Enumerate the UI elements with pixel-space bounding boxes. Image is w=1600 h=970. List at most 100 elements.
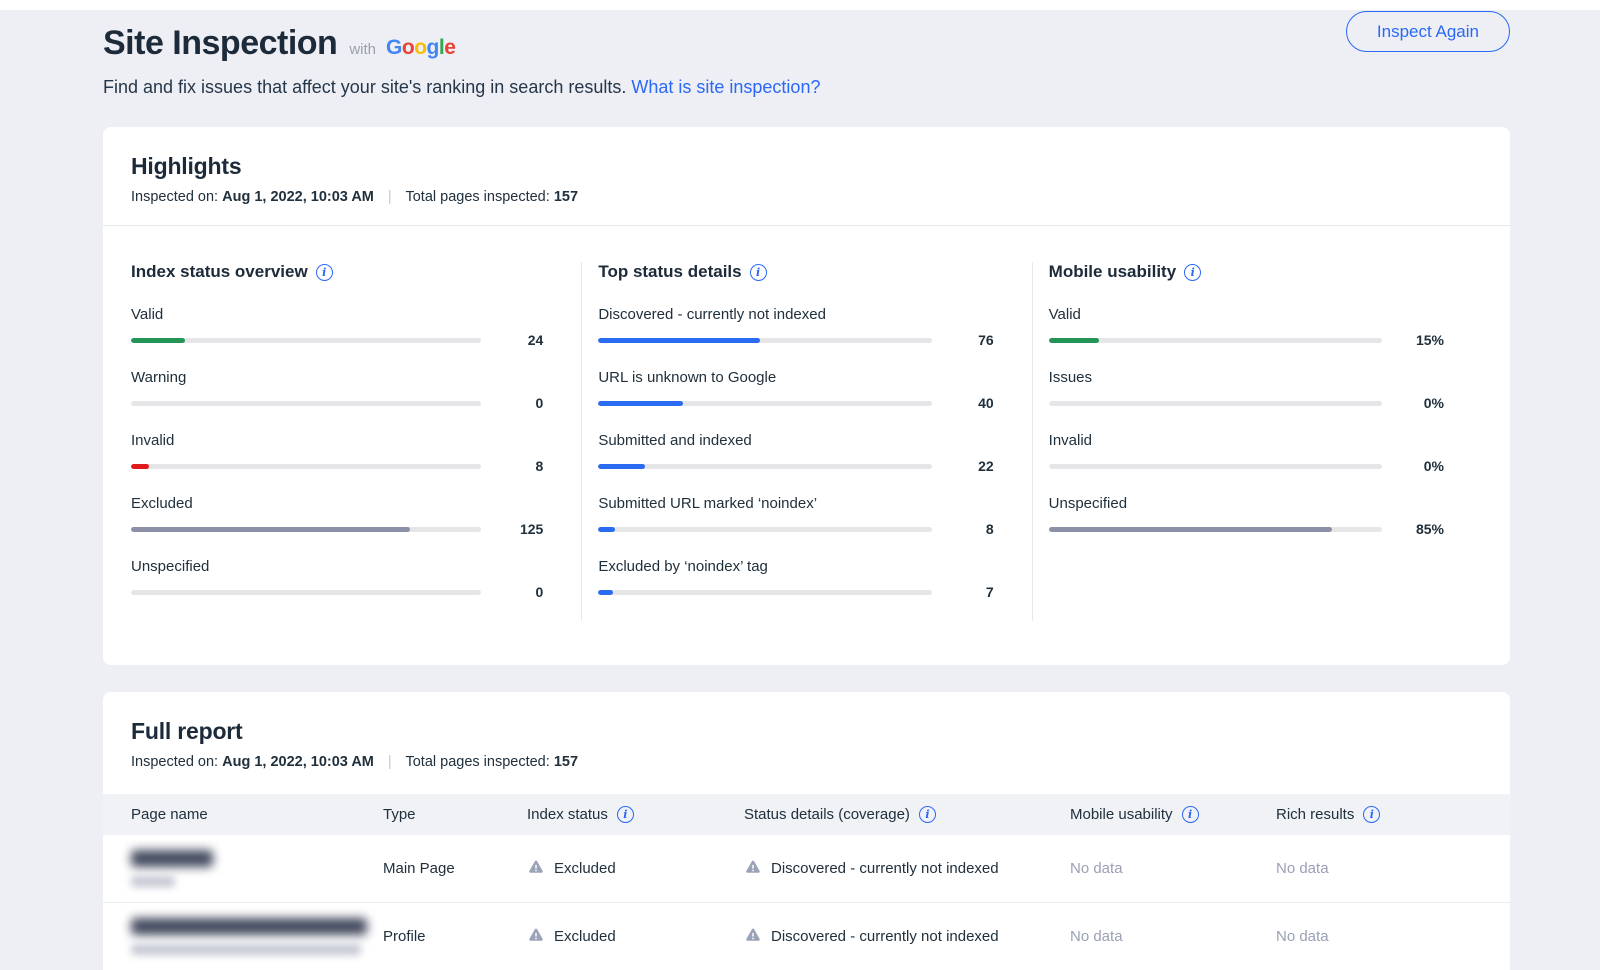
top-strip [0,0,1600,10]
metric-bar: 8 [598,521,993,537]
warning-triangle-icon [744,858,762,880]
page-type-cell: Profile [383,928,527,945]
metric-bar-fill [598,527,615,532]
metric-row: Valid 24 [131,306,543,348]
table-row[interactable]: Main PageExcludedDiscovered - currently … [103,835,1510,903]
column-header-mobile-usability: Mobile usabilityi [1070,806,1276,823]
total-pages-label: Total pages inspected: [405,189,549,205]
metric-row: Discovered - currently not indexed 76 [598,306,993,348]
metric-bar-track [598,401,931,406]
metric-bar-track [1049,338,1382,343]
metric-bar-fill [598,338,759,343]
full-report-header: Full report Inspected on: Aug 1, 2022, 1… [103,692,1510,794]
metric-label: Valid [131,306,543,323]
metric-label: Unspecified [1049,495,1444,512]
column-header-status-details-coverage-: Status details (coverage)i [744,806,1070,823]
column-header-label: Rich results [1276,806,1354,823]
metric-row: Warning0 [131,369,543,411]
metric-row: Submitted URL marked ‘noindex’ 8 [598,495,993,537]
metric-label: Excluded [131,495,543,512]
metric-bar: 85% [1049,521,1444,537]
full-report-card: Full report Inspected on: Aug 1, 2022, 1… [103,692,1510,970]
status-details-cell: Discovered - currently not indexed [744,858,1070,880]
warning-triangle-icon [744,926,762,948]
highlight-column-2: Top status details i Discovered - currentl… [581,262,1031,621]
subtitle-text: Find and fix issues that affect your sit… [103,77,626,97]
info-icon[interactable]: i [750,264,767,281]
highlights-title: Highlights [131,153,1482,180]
index-status-cell: Excluded [527,926,744,948]
info-icon[interactable]: i [1182,806,1199,823]
column-header-label: Type [383,806,416,823]
highlight-column-title: Top status details i [598,262,993,282]
metric-label: Excluded by ‘noindex’ tag [598,558,993,575]
google-logo: Google [386,36,455,60]
google-letter: o [414,36,426,59]
metric-bar-track [598,464,931,469]
highlights-header: Highlights Inspected on: Aug 1, 2022, 10… [103,127,1510,226]
warning-triangle-icon [527,858,545,880]
highlights-meta: Inspected on: Aug 1, 2022, 10:03 AM | To… [131,189,1482,205]
inspected-on-value: Aug 1, 2022, 10:03 AM [222,189,374,205]
info-icon[interactable]: i [617,806,634,823]
column-header-index-status: Index status i [527,806,744,823]
info-icon[interactable]: i [1184,264,1201,281]
rich-results-cell: No data [1276,860,1482,877]
metric-label: Invalid [1049,432,1444,449]
highlight-column-title-text: Mobile usability [1049,262,1177,282]
metric-row: Unspecified0 [131,558,543,600]
redacted-page-url [131,944,361,955]
info-icon[interactable]: i [919,806,936,823]
metric-bar-fill [598,464,645,469]
metric-bar: 40 [598,395,993,411]
what-is-site-inspection-link[interactable]: What is site inspection? [631,77,820,97]
status-details-label: Discovered - currently not indexed [771,928,999,945]
metric-label: Submitted URL marked ‘noindex’ [598,495,993,512]
total-pages-label: Total pages inspected: [405,754,549,770]
column-header-rich-results: Rich results i [1276,806,1482,823]
metric-bar: 76 [598,332,993,348]
inspect-again-button[interactable]: Inspect Again [1346,11,1510,52]
metric-value: 24 [495,332,543,348]
metric-bar: 24 [131,332,543,348]
meta-separator: | [388,189,392,205]
column-header-label: Index status [527,806,608,823]
google-letter: g [427,36,439,59]
metric-bar-track [131,527,481,532]
metric-bar-track [598,590,931,595]
metric-value: 8 [495,458,543,474]
site-inspection-page: Site Inspection with Google Find and fix… [0,10,1600,970]
column-header-type: Type [383,806,527,823]
metric-row: Valid15% [1049,306,1444,348]
metric-bar-track [1049,464,1382,469]
metric-bar-track [1049,527,1382,532]
metric-row: Excluded by ‘noindex’ tag 7 [598,558,993,600]
index-status-label: Excluded [554,860,616,877]
table-row[interactable]: Profile Excluded Discovered - currently no… [103,903,1510,970]
metric-value: 0% [1396,458,1444,474]
metric-value: 76 [946,332,994,348]
info-icon[interactable]: i [316,264,333,281]
google-letter: o [402,36,414,59]
metric-row: URL is unknown to Google40 [598,369,993,411]
metric-label: Warning [131,369,543,386]
highlight-column-title-text: Top status details [598,262,741,282]
title-row: Site Inspection with Google [103,24,1510,63]
rich-results-cell: No data [1276,928,1482,945]
metric-bar-track [598,527,931,532]
index-status-label: Excluded [554,928,616,945]
metric-label: Valid [1049,306,1444,323]
metric-bar-fill [131,464,149,469]
mobile-usability-cell: No data [1070,928,1276,945]
metric-label: Discovered - currently not indexed [598,306,993,323]
metric-bar: 22 [598,458,993,474]
metric-bar-track [131,401,481,406]
metric-bar-track [131,590,481,595]
info-icon[interactable]: i [1363,806,1380,823]
metric-label: Unspecified [131,558,543,575]
highlights-card: Highlights Inspected on: Aug 1, 2022, 10… [103,127,1510,665]
metric-bar: 125 [131,521,543,537]
metric-bar: 7 [598,584,993,600]
full-report-title: Full report [131,718,1482,745]
inspected-on-value: Aug 1, 2022, 10:03 AM [222,754,374,770]
